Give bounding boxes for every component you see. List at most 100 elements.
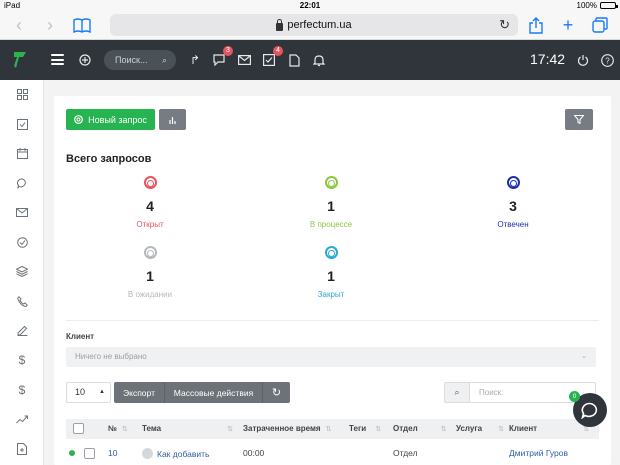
lifebuoy-icon (506, 176, 520, 189)
row-subject[interactable]: Как добавить (142, 448, 209, 459)
table-row[interactable]: 10 Как добавить 00:00 Отдел Дмитрий Гуро… (66, 443, 599, 465)
column-label: Услуга (456, 424, 483, 433)
battery-indicator: 100% (576, 1, 618, 10)
sidebar-item-chat[interactable] (15, 176, 29, 190)
summary-title: Всего запросов (66, 153, 152, 165)
forward-icon[interactable]: › (40, 15, 60, 35)
help-icon[interactable]: ? (599, 52, 615, 68)
sort-icon: ⇅ (121, 426, 128, 433)
sidebar-item-edit[interactable] (15, 323, 29, 337)
row-id[interactable]: 10 (108, 448, 117, 458)
sidebar-item-layers[interactable] (15, 264, 29, 278)
share-icon[interactable] (526, 15, 546, 35)
check-circle-icon (16, 236, 28, 248)
select-all-checkbox[interactable] (73, 423, 84, 434)
lifebuoy-icon (324, 176, 338, 189)
mail-icon[interactable] (236, 52, 252, 68)
tabs-icon[interactable] (590, 15, 610, 35)
reply-icon[interactable]: ↱ (187, 52, 203, 68)
stat-label: В процессе (309, 220, 353, 229)
lifebuoy-icon (143, 176, 157, 189)
new-tab-icon[interactable]: + (558, 15, 578, 35)
stat-waiting[interactable]: 1 В ожидании (100, 246, 200, 299)
bulk-actions-button[interactable]: Массовые действия (165, 382, 263, 403)
chat-bubble-icon (581, 402, 598, 419)
column-header-subject[interactable]: Тема ⇅ (142, 419, 233, 440)
sidebar-item-files[interactable] (15, 442, 29, 456)
row-subject-text: Как добавить (157, 449, 210, 459)
column-header-number[interactable]: № ⇅ (108, 419, 128, 440)
bar-chart-icon (169, 116, 176, 124)
address-bar[interactable]: perfectum.ua ↻ (110, 14, 518, 36)
add-icon[interactable] (77, 52, 93, 68)
sidebar-item-done[interactable] (15, 235, 29, 249)
sidebar-item-dashboard[interactable] (15, 87, 29, 101)
stat-in-progress[interactable]: 1 В процессе (281, 176, 381, 229)
column-label: Клиент (509, 424, 538, 433)
row-checkbox[interactable] (84, 448, 95, 459)
status-bar: iPad 22:01 100% (0, 0, 620, 11)
calendar-icon (16, 147, 28, 159)
stat-closed[interactable]: 1 Закрыт (281, 246, 381, 299)
back-icon[interactable]: ‹ (9, 15, 29, 35)
client-select[interactable]: Ничего не выбрано ⌄ (66, 347, 596, 367)
phone-icon (16, 295, 28, 307)
sidebar-item-calendar[interactable] (15, 146, 29, 160)
sort-icon: ⇅ (325, 426, 332, 433)
url-text: perfectum.ua (287, 19, 352, 31)
status-dot (69, 450, 75, 456)
sidebar-item-tasks[interactable] (15, 117, 29, 131)
column-label: Отдел (393, 424, 418, 433)
reload-icon[interactable]: ↻ (499, 17, 510, 33)
perfectum-logo[interactable] (13, 51, 27, 69)
sort-icon: ⇅ (498, 426, 505, 433)
table-header: № ⇅ Тема ⇅ Затраченное время ⇅ Теги ⇅ Отдел ⇅… (66, 419, 599, 439)
column-header-client[interactable]: Клиент ⇅ (509, 419, 589, 440)
menu-icon[interactable] (51, 54, 64, 65)
table-search-button[interactable]: ⌕ (444, 382, 470, 403)
column-header-time[interactable]: Затраченное время ⇅ (243, 419, 331, 440)
sidebar-item-reports[interactable] (15, 412, 29, 426)
chat-button[interactable]: 0 (569, 391, 607, 427)
dollar-icon: $ (18, 383, 26, 397)
stat-answered[interactable]: 3 Отвечен (463, 176, 563, 229)
filter-button[interactable] (565, 109, 593, 130)
row-time-spent: 00:00 (243, 448, 265, 458)
svg-text:?: ? (605, 56, 610, 65)
messages-icon[interactable]: 3 (211, 46, 233, 68)
export-button[interactable]: Экспорт (114, 382, 165, 403)
column-header-department[interactable]: Отдел ⇅ (393, 419, 447, 440)
new-request-label: Новый запрос (88, 114, 147, 125)
avatar (142, 448, 153, 459)
column-header-tags[interactable]: Теги ⇅ (349, 419, 381, 440)
file-icon (17, 443, 27, 455)
refresh-button[interactable]: ↻ (263, 382, 290, 403)
system-time: 22:01 (299, 1, 321, 10)
sidebar-item-payments[interactable]: $ (15, 383, 29, 397)
header-search-input[interactable]: Поиск... ⌕ (104, 50, 176, 70)
stats-button[interactable] (159, 109, 186, 130)
sidebar-item-calls[interactable] (15, 294, 29, 308)
tasks-icon[interactable]: 4 (261, 46, 283, 68)
document-icon[interactable] (286, 52, 302, 68)
lifebuoy-icon (143, 246, 157, 259)
search-icon: ⌕ (161, 55, 167, 65)
stat-open[interactable]: 4 Открыт (100, 176, 200, 229)
new-request-button[interactable]: Новый запрос (66, 109, 155, 130)
sidebar-item-finance[interactable]: $ (15, 353, 29, 367)
column-label: Тема (142, 424, 162, 433)
chat-badge: 0 (569, 391, 580, 402)
bell-icon[interactable] (311, 52, 327, 68)
column-header-service[interactable]: Услуга ⇅ (456, 419, 504, 440)
row-department: Отдел (393, 448, 418, 458)
stat-label: В ожидании (127, 290, 173, 299)
sort-icon: ⇅ (583, 426, 589, 433)
row-client[interactable]: Дмитрий Гуров (509, 448, 568, 458)
bookmarks-icon[interactable] (72, 15, 92, 35)
sidebar-item-mail[interactable] (15, 205, 29, 219)
power-icon[interactable] (575, 52, 591, 68)
stat-label: Закрыт (317, 290, 345, 299)
per-page-select[interactable]: 10 ▲︎ (66, 382, 111, 403)
lifebuoy-icon (74, 115, 83, 124)
battery-percent: 100% (576, 1, 597, 10)
